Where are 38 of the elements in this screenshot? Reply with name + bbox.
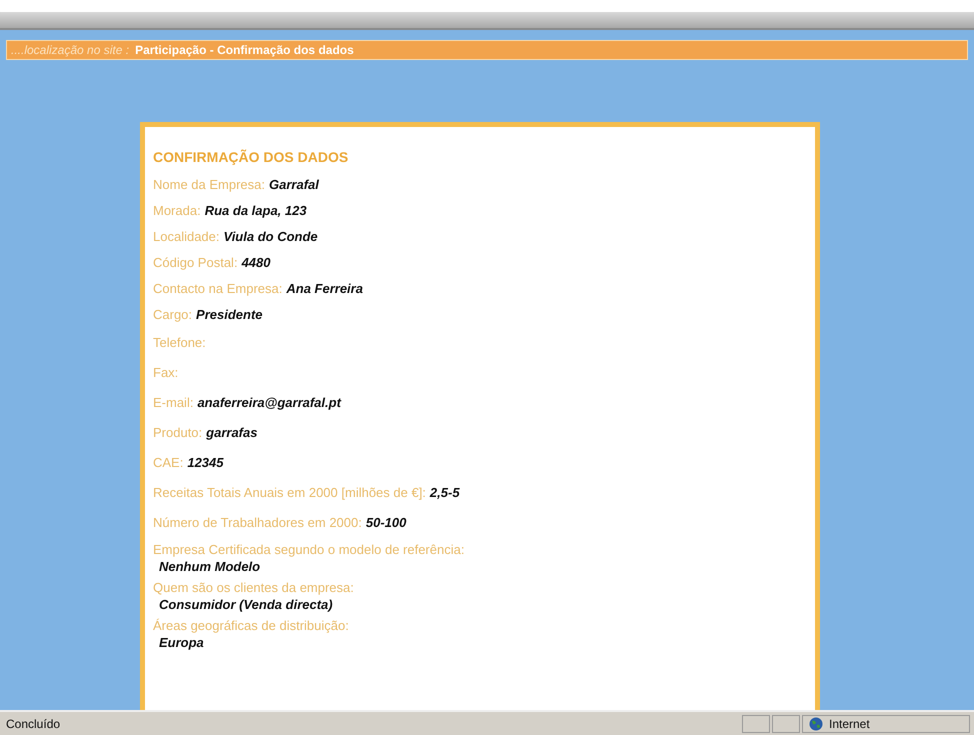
field-label: E-mail: (153, 394, 194, 410)
field-label: Número de Trabalhadores em 2000: (153, 514, 362, 530)
field-label: Morada: (153, 202, 201, 218)
field-label: Nome da Empresa: (153, 176, 265, 192)
location-label: ....localização no site : (11, 43, 130, 57)
card-heading: CONFIRMAÇÃO DOS DADOS (153, 149, 350, 165)
field-label: Produto: (153, 424, 202, 440)
field-value: Garrafal (269, 176, 319, 192)
field-label: Fax: (153, 364, 178, 380)
field-label: Empresa Certificada segundo o modelo de referência: (153, 541, 466, 558)
field-label: Quem são os clientes da empresa: (153, 579, 355, 596)
page-title: Participação - Confirmação dos dados (135, 43, 354, 57)
field-value: Presidente (196, 306, 263, 322)
field-label: CAE: (153, 454, 184, 470)
field-label: Contacto na Empresa: (153, 280, 282, 296)
status-text: Concluído (5, 716, 60, 730)
field-label: Receitas Totais Anuais em 2000 [milhões de €]: (153, 484, 426, 500)
field-value: 2,5-5 (430, 484, 460, 500)
status-pane (772, 714, 800, 732)
field-value: Rua da lapa, 123 (204, 202, 307, 218)
field-value: Nenhum Modelo (159, 559, 260, 574)
field-label: Áreas geográficas de distribuição: (153, 617, 350, 634)
field-value: Consumidor (Venda directa) (159, 597, 333, 612)
field-label: Código Postal: (153, 254, 238, 270)
security-zone-label: Internet (829, 716, 870, 730)
field-value: garrafas (206, 424, 258, 440)
field-value: Viula do Conde (224, 228, 318, 244)
field-value: Europa (159, 635, 204, 650)
field-value: Ana Ferreira (286, 280, 363, 296)
field-value: 50-100 (366, 514, 406, 530)
field-label: Telefone: (153, 334, 206, 350)
field-value: 4480 (242, 254, 270, 270)
status-pane (742, 714, 770, 732)
field-value: 12345 (187, 454, 224, 470)
globe-icon (809, 716, 823, 730)
field-value: anaferreira@garrafal.pt (197, 394, 341, 410)
field-label: Localidade: (153, 228, 220, 244)
field-label: Cargo: (153, 306, 192, 322)
